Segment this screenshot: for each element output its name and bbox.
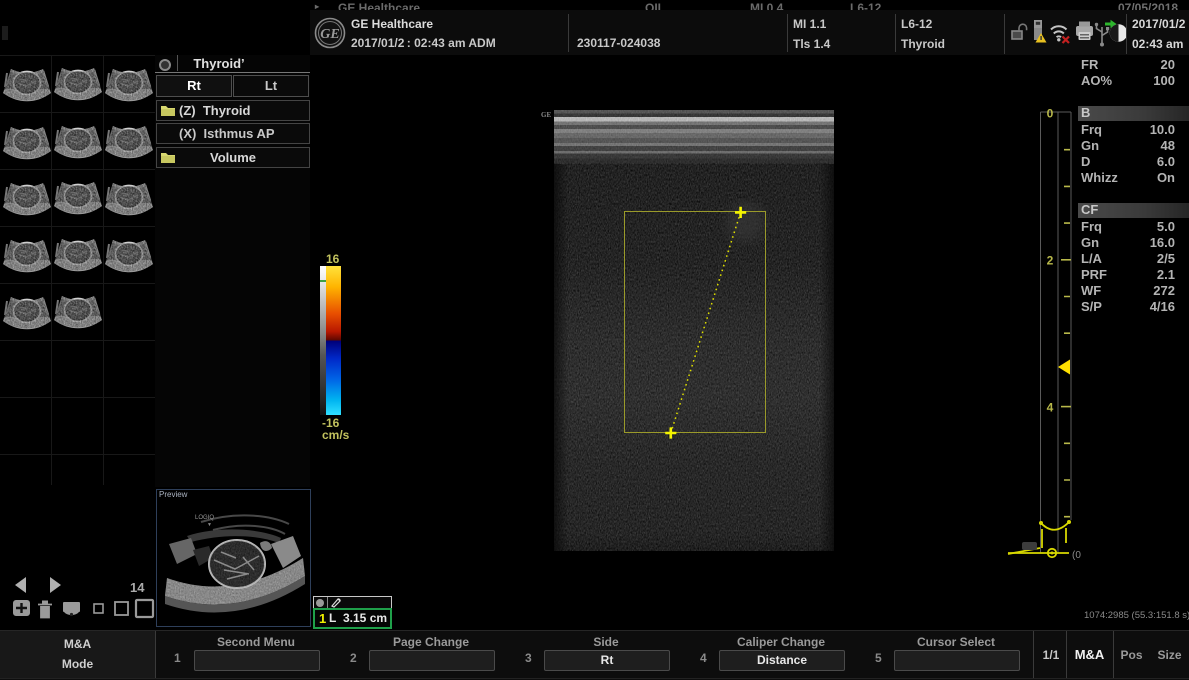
svg-text:LOGIQ: LOGIQ	[195, 515, 214, 521]
svg-text:GE: GE	[320, 27, 339, 42]
svg-text:(0: (0	[1072, 550, 1081, 561]
svg-text:4: 4	[1047, 401, 1054, 415]
svg-text:0: 0	[1047, 107, 1054, 121]
svg-text:2: 2	[1047, 254, 1054, 268]
svg-text:▼: ▼	[207, 522, 212, 528]
